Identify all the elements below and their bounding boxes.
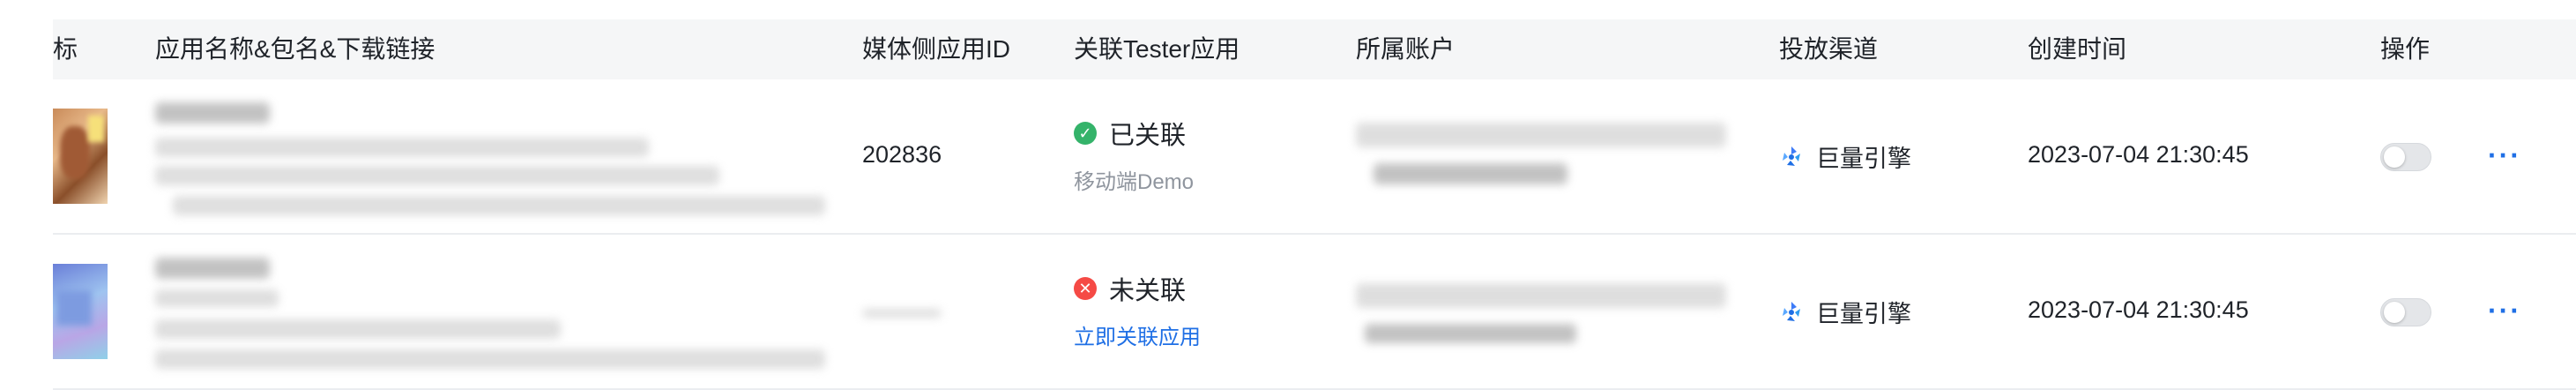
account-blurred (1356, 119, 1744, 199)
tester-cell: ✕ 未关联 立即关联应用 (1074, 270, 1201, 350)
tester-status: ✓ 已关联 (1074, 115, 1194, 152)
channel-label: 巨量引擎 (1816, 146, 1911, 172)
tester-status: ✕ 未关联 (1074, 270, 1201, 307)
header-media-app-id: 媒体侧应用ID (862, 35, 1011, 63)
tester-cell: ✓ 已关联 移动端Demo (1074, 115, 1194, 195)
account-blurred (1356, 274, 1744, 363)
status-toggle[interactable] (2380, 298, 2431, 326)
app-name-blurred (155, 252, 860, 376)
ocean-engine-icon (1783, 301, 1800, 321)
table-row: ✕ 未关联 立即关联应用 巨量引擎 2023-07-04 21:30:45 ··… (53, 235, 2576, 390)
header-app-name: 应用名称&包名&下载链接 (155, 35, 436, 63)
media-app-id: 202836 (862, 141, 942, 168)
tester-status-label: 已关联 (1109, 122, 1187, 150)
channel-cell: 巨量引擎 (1779, 139, 1911, 174)
table-header: 标 应用名称&包名&下载链接 媒体侧应用ID 关联Tester应用 所属账户 投… (53, 19, 2576, 79)
tester-status-label: 未关联 (1109, 277, 1187, 305)
channel-label: 巨量引擎 (1816, 301, 1911, 327)
table-row: 202836 ✓ 已关联 移动端Demo 巨量引擎 2023-07-04 21:… (53, 79, 2576, 235)
created-time: 2023-07-04 21:30:45 (2028, 296, 2249, 323)
header-channel: 投放渠道 (1779, 35, 1879, 63)
created-time: 2023-07-04 21:30:45 (2028, 141, 2249, 168)
app-icon-image (53, 109, 108, 204)
app-table: 标 应用名称&包名&下载链接 媒体侧应用ID 关联Tester应用 所属账户 投… (53, 19, 2576, 390)
app-icon-image (53, 264, 108, 359)
header-account: 所属账户 (1356, 35, 1456, 63)
app-name-blurred (155, 97, 860, 221)
media-app-id-blurred (862, 305, 968, 323)
more-actions-button[interactable]: ··· (2488, 296, 2521, 325)
header-tester-app: 关联Tester应用 (1074, 35, 1240, 63)
status-toggle[interactable] (2380, 143, 2431, 171)
ocean-engine-icon (1783, 146, 1800, 166)
header-actions: 操作 (2380, 35, 2431, 63)
close-circle-icon: ✕ (1074, 277, 1097, 300)
check-circle-icon: ✓ (1074, 122, 1097, 145)
link-tester-app-link[interactable]: 立即关联应用 (1074, 319, 1201, 350)
tester-app-name: 移动端Demo (1074, 170, 1195, 194)
header-created-time: 创建时间 (2028, 35, 2127, 63)
channel-cell: 巨量引擎 (1779, 295, 1911, 329)
more-actions-button[interactable]: ··· (2488, 141, 2521, 169)
header-icon: 标 (53, 35, 78, 63)
